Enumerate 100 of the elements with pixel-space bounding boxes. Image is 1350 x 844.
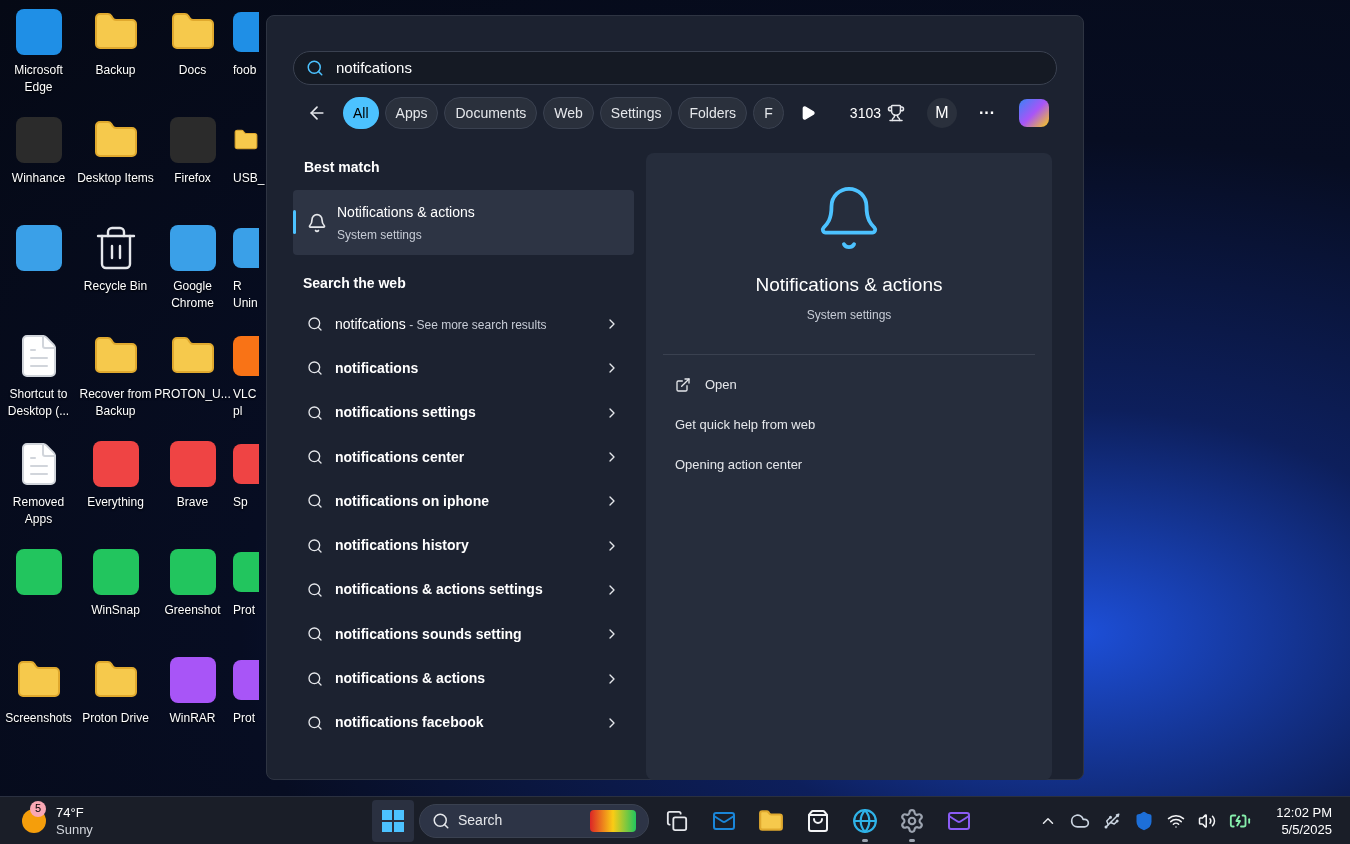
detail-subtitle: System settings (806, 306, 892, 324)
volume-icon[interactable] (1198, 811, 1217, 830)
search-highlight-drawing (590, 809, 636, 832)
trophy-icon[interactable] (887, 104, 905, 122)
web-result[interactable]: notifications (293, 346, 634, 391)
result-title: Notifications & actions (337, 202, 475, 222)
app-icon (233, 660, 259, 700)
start-button[interactable] (372, 799, 414, 842)
app-icon (169, 657, 216, 703)
search-icon (307, 449, 323, 466)
desktop-icon-label[interactable]: Greenshot (154, 602, 231, 619)
app-icon (233, 552, 259, 592)
app-icon (169, 225, 216, 271)
web-result[interactable]: notifications facebook (293, 700, 634, 745)
desktop-icon-label[interactable]: WinSnap (77, 602, 154, 619)
desktop-icon-label[interactable]: Prot (233, 602, 263, 619)
desktop-icon-label[interactable]: Prot (233, 710, 263, 727)
search-icon (307, 537, 323, 554)
filter-tab[interactable]: Web (543, 97, 594, 129)
search-icon (306, 59, 324, 77)
result-text: notifications sounds setting (335, 624, 523, 644)
detail-title: Notifications & actions (755, 273, 943, 297)
app-icon (92, 549, 139, 595)
copilot-icon[interactable] (1019, 99, 1049, 127)
web-result[interactable]: notifications & actions (293, 656, 634, 701)
desktop-icon-label[interactable]: VLC pl (233, 386, 263, 420)
desktop-icon-label[interactable]: Backup (77, 62, 154, 79)
web-result[interactable]: notifications on iphone (293, 479, 634, 524)
desktop-icon-label[interactable]: Desktop Items (77, 170, 154, 187)
desktop-icon-label[interactable]: Docs (154, 62, 231, 79)
usb-icon[interactable] (1103, 811, 1122, 830)
desktop-icon-label[interactable]: Recover from Backup (77, 386, 154, 420)
desktop-icon-label[interactable]: foob (233, 62, 263, 79)
detail-action[interactable]: Open (705, 374, 737, 395)
desktop-icon-label[interactable]: Shortcut to Desktop (... (0, 386, 77, 420)
best-match-item[interactable]: Notifications & actions System settings (293, 190, 634, 255)
app-icon (15, 9, 62, 55)
points-count: 3103 (849, 103, 881, 123)
taskbar-search-field[interactable]: Search (419, 803, 649, 838)
search-icon (307, 404, 323, 421)
desktop-icon-label[interactable]: WinRAR (154, 710, 231, 727)
desktop-icon-label[interactable]: Firefox (154, 170, 231, 187)
web-result[interactable]: notifications & actions settings (293, 567, 634, 613)
browser-icon[interactable] (852, 807, 878, 834)
search-icon (307, 670, 323, 687)
search-icon (307, 360, 323, 377)
shield-icon[interactable] (1134, 810, 1155, 831)
web-result[interactable]: notifcations - See more search results (293, 302, 634, 347)
app-icon (92, 441, 139, 487)
folder-icon[interactable] (758, 807, 784, 834)
desktop-icon-label[interactable]: Everything (77, 494, 154, 511)
app-icon (169, 441, 216, 487)
detail-action[interactable]: Get quick help from web (675, 414, 816, 435)
app-icon (233, 336, 259, 376)
avatar-button[interactable]: M (927, 98, 957, 128)
clock[interactable]: 12:02 PM 5/5/2025 (1276, 803, 1332, 838)
search-icon (432, 811, 450, 830)
result-text: notifications (335, 358, 420, 378)
section-heading: Search the web (303, 274, 407, 293)
desktop-icon-label[interactable]: Recycle Bin (77, 278, 154, 295)
desktop-icon-label[interactable]: Removed Apps (0, 494, 77, 528)
bell-icon (307, 212, 327, 233)
desktop-icon-label[interactable]: PROTON_U... (154, 386, 231, 403)
desktop-icon-label[interactable]: Screenshots (0, 710, 77, 727)
selection-bar (293, 210, 296, 234)
filter-tab[interactable]: Documents (444, 97, 538, 129)
filter-tab[interactable]: All (343, 97, 379, 129)
filter-tab[interactable]: F (753, 97, 784, 129)
desktop-icon-label[interactable]: R Unin (233, 278, 263, 312)
weather-condition: Sunny (56, 820, 93, 838)
result-text: notifcations - See more search results (335, 314, 548, 334)
filter-tab[interactable]: Apps (384, 97, 439, 129)
search-placeholder: Search (458, 811, 504, 830)
query-field[interactable]: notifcations (293, 51, 1057, 85)
desktop-icon-label[interactable]: USB_ (233, 170, 263, 187)
search-icon (307, 714, 323, 731)
section-heading: Best match (304, 158, 381, 177)
app-icon (15, 549, 62, 595)
desktop-icon-label[interactable]: Google Chrome (154, 278, 231, 312)
filter-tab[interactable]: Folders (678, 97, 748, 129)
web-result[interactable]: notifications sounds setting (293, 612, 634, 657)
desktop-icon-label[interactable]: Proton Drive (77, 710, 154, 727)
more-button[interactable]: ··· (979, 101, 995, 125)
web-result[interactable]: notifications center (293, 434, 634, 480)
app-icon (169, 117, 216, 163)
result-text: notifications on iphone (335, 491, 490, 511)
app-icon (15, 225, 62, 271)
web-result[interactable]: notifications settings (293, 390, 634, 435)
search-icon (307, 581, 323, 598)
filter-tab[interactable]: Settings (599, 97, 673, 129)
detail-action[interactable]: Opening action center (675, 454, 803, 475)
result-text: notifications history (335, 536, 470, 556)
bag-icon[interactable] (806, 808, 830, 833)
gear-icon[interactable] (899, 807, 925, 834)
weather-badge: 5 (30, 800, 46, 817)
desktop-icon-label[interactable]: Sp (233, 494, 263, 511)
desktop-icon-label[interactable]: Winhance (0, 170, 77, 187)
desktop-icon-label[interactable]: Microsoft Edge (0, 62, 77, 96)
desktop-icon-label[interactable]: Brave (154, 494, 231, 511)
web-result[interactable]: notifications history (293, 523, 634, 568)
